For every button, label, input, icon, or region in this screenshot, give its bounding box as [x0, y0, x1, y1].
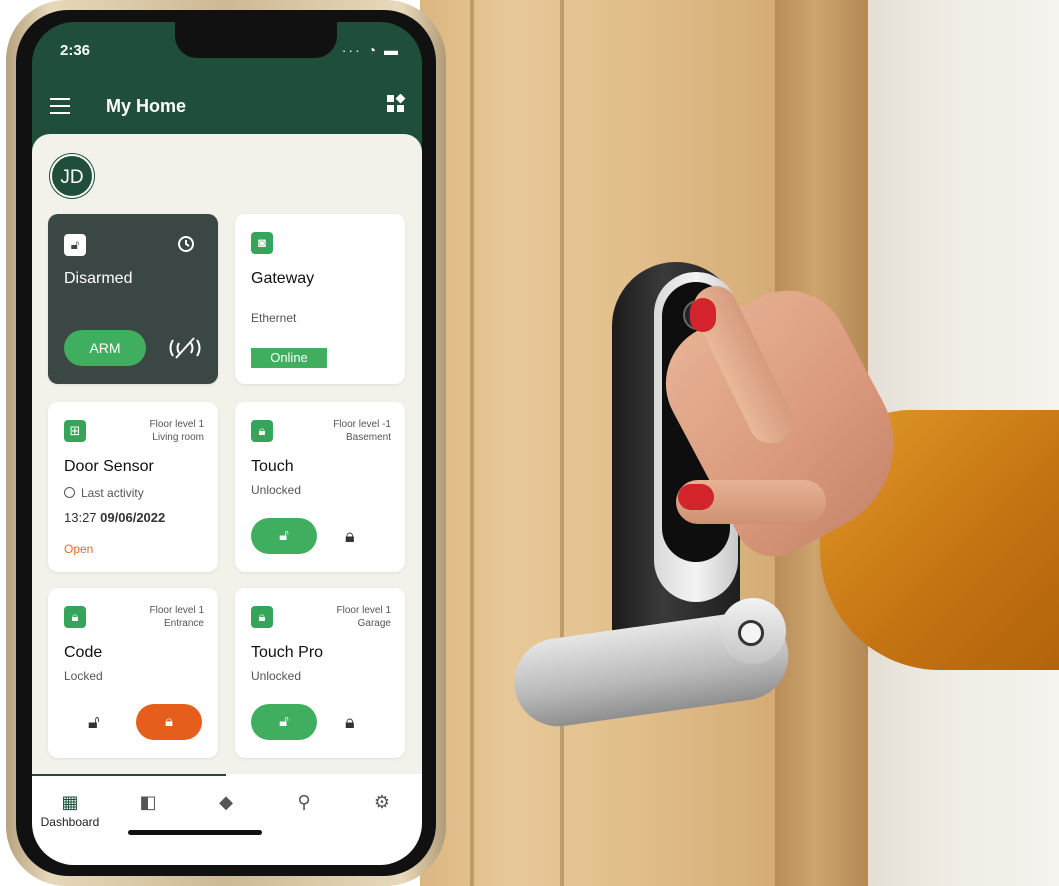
activity-timestamp: 13:27 09/06/2022: [64, 510, 165, 525]
bottom-tab-bar: ▦ Dashboard ◧ ◆ ⚲ ⚙: [32, 774, 422, 865]
code-lock-card[interactable]: 🔒︎ Floor level 1 Entrance Code Locked 🔓︎…: [48, 588, 218, 758]
lock-state: Unlocked: [251, 669, 302, 683]
page-title: My Home: [106, 96, 187, 116]
device-title: Touch: [251, 458, 294, 475]
app-bar: My Home: [32, 88, 422, 132]
gateway-card[interactable]: ◙ Gateway Ethernet Online: [235, 214, 405, 384]
dashboard-content: JD 🔓︎ Disarmed ARM ◙ Gateway Ethernet On…: [32, 134, 422, 774]
device-location: Floor level -1 Basement: [333, 418, 391, 444]
alarm-card[interactable]: 🔓︎ Disarmed ARM: [48, 214, 218, 384]
touch-lock-card[interactable]: 🔒︎ Floor level -1 Basement Touch Unlocke…: [235, 402, 405, 572]
gateway-icon: ◙: [251, 232, 273, 254]
arm-button[interactable]: ARM: [64, 330, 146, 366]
device-title: Door Sensor: [64, 458, 154, 475]
room-name: Basement: [345, 432, 391, 443]
tab-rooms[interactable]: ◧: [118, 792, 178, 813]
gateway-title: Gateway: [251, 270, 315, 287]
rooms-icon: ◧: [139, 792, 157, 812]
phone-screen: 2:36 ··· ◔ ▬ My Home JD 🔓︎ Disarmed ARM: [32, 22, 422, 865]
keyhole-icon: [738, 620, 764, 646]
device-title: Touch Pro: [251, 644, 324, 661]
device-location: Floor level 1 Garage: [337, 604, 391, 630]
automation-icon: ◆: [219, 792, 233, 812]
floor-level: Floor level 1: [149, 419, 204, 430]
wifi-icon: ◔: [367, 42, 379, 58]
device-location: Floor level 1 Living room: [150, 418, 204, 444]
tab-label: Dashboard: [40, 815, 100, 829]
widgets-icon[interactable]: [386, 94, 406, 114]
touch-pro-lock-card[interactable]: 🔒︎ Floor level 1 Garage Touch Pro Unlock…: [235, 588, 405, 758]
device-title: Code: [64, 644, 103, 661]
notch: [175, 22, 337, 58]
gateway-connection: Ethernet: [251, 311, 297, 325]
history-icon[interactable]: [176, 234, 196, 254]
unlocked-padlock-icon: 🔓︎: [64, 234, 86, 256]
room-name: Garage: [357, 618, 391, 629]
padlock-icon: 🔒︎: [251, 420, 273, 442]
door-sensor-card[interactable]: ⊞ Floor level 1 Living room Door Sensor …: [48, 402, 218, 572]
unlock-button[interactable]: 🔓︎: [251, 704, 317, 740]
room-name: Living room: [152, 432, 204, 443]
device-location: Floor level 1 Entrance: [150, 604, 204, 630]
lock-button[interactable]: 🔒︎: [345, 526, 355, 547]
floor-level: Floor level -1: [333, 419, 391, 430]
tab-automation[interactable]: ◆: [196, 792, 256, 813]
dashboard-icon: ▦: [61, 792, 79, 812]
signal-icon: ···: [341, 42, 362, 58]
active-tab-indicator: [32, 774, 226, 776]
last-activity: Last activity: [64, 486, 144, 500]
hamburger-menu-icon[interactable]: [50, 98, 70, 114]
alarm-off-icon[interactable]: [168, 336, 202, 360]
unlock-button[interactable]: 🔓︎: [88, 712, 100, 733]
room-name: Entrance: [163, 618, 204, 629]
padlock-icon: 🔒︎: [251, 606, 273, 628]
battery-icon: ▬: [384, 42, 400, 58]
status-time: 2:36: [60, 42, 91, 59]
door-groove: [470, 0, 474, 886]
tab-settings[interactable]: ⚙: [352, 792, 412, 813]
lock-state: Unlocked: [251, 483, 302, 497]
clock-icon: [64, 487, 75, 498]
lock-button[interactable]: 🔒︎: [136, 704, 202, 740]
tab-dashboard[interactable]: ▦ Dashboard: [40, 792, 100, 829]
location-icon: ⚲: [297, 792, 311, 812]
floor-level: Floor level 1: [336, 605, 391, 616]
settings-icon: ⚙: [373, 792, 391, 812]
tab-location[interactable]: ⚲: [274, 792, 334, 813]
fingernail: [690, 298, 716, 332]
activity-time: 13:27: [64, 510, 97, 525]
avatar[interactable]: JD: [50, 154, 94, 198]
window-sensor-icon: ⊞: [64, 420, 86, 442]
lock-button[interactable]: 🔒︎: [345, 712, 355, 733]
floor-level: Floor level 1: [149, 605, 204, 616]
lock-state: Locked: [64, 669, 103, 683]
status-indicators: ··· ◔ ▬: [342, 42, 400, 58]
unlock-button[interactable]: 🔓︎: [251, 518, 317, 554]
door-groove: [560, 0, 564, 886]
activity-date: 09/06/2022: [100, 510, 166, 525]
sensor-state: Open: [64, 542, 94, 556]
status-badge: Online: [251, 348, 327, 368]
home-indicator: [128, 830, 262, 835]
padlock-icon: 🔒︎: [64, 606, 86, 628]
alarm-status: Disarmed: [64, 270, 133, 287]
fingernail: [678, 484, 714, 510]
